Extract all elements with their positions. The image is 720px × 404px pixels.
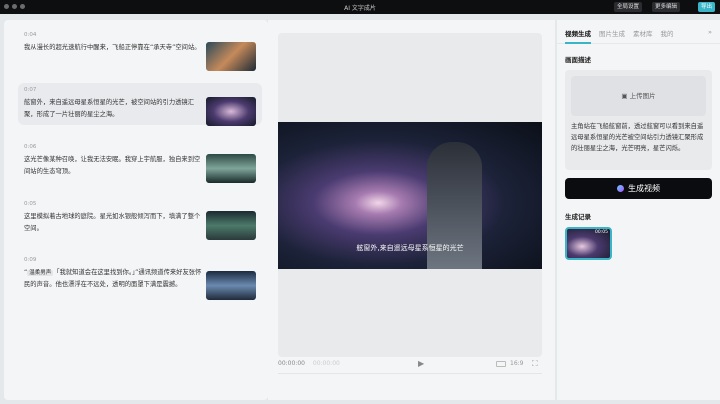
segment-item[interactable]: 0:04 我从漫长的超光速航行中醒来，飞船正停靠在“承天寺”空间站。 — [18, 28, 262, 71]
segment-item[interactable]: 0:06 这光芒像某种召唤，让我无法安眠。我穿上宇航服，独自来到空间站的生态穹顶… — [18, 140, 262, 183]
segment-thumbnail[interactable] — [206, 97, 256, 126]
segment-text[interactable]: 这光芒像某种召唤，让我无法安眠。我穿上宇航服，独自来到空间站的生态穹顶。 — [24, 154, 204, 178]
player-controls: 00:00:00 00:00:00 ▶ 16:9 ⛶ — [278, 359, 542, 369]
image-upload-icon: ▣ — [621, 92, 630, 100]
segment-item[interactable]: 0:07 舷窗外，来自遥远母星系恒星的光芒，被空间站的引力透镜汇聚，形成了一片壮… — [18, 83, 262, 126]
segment-time: 0:09 — [24, 257, 37, 263]
video-frame: 舷窗外,来自遥远母星系恒星的光芒 — [278, 122, 542, 269]
quote-text: 「我就知道会在这里找到你。」 — [53, 269, 136, 276]
generation-panel: 视频生成 图片生成 素材库 我的 » 画面描述 ▣ 上传图片 主角站在飞船舷窗前… — [557, 20, 720, 400]
global-settings-button[interactable]: 全局设置 — [614, 2, 643, 12]
desc-label: 画面描述 — [565, 56, 591, 64]
progress-bar[interactable] — [278, 373, 542, 374]
segment-text[interactable]: 这里模拟着古地球的庭院。星光如水银般倾泻而下，填满了整个空间。 — [24, 211, 204, 235]
segment-item[interactable]: 0:09 “温柔男声 「我就知道会在这里找到你。」”通讯频道传来好友张怀民的声音。… — [18, 253, 262, 300]
preview-panel: 舷窗外,来自遥远母星系恒星的光芒 — [268, 20, 555, 400]
tab-bar: 视频生成 图片生成 素材库 我的 » — [557, 20, 720, 44]
tab-mine[interactable]: 我的 — [661, 28, 674, 43]
segment-time: 0:06 — [24, 144, 37, 150]
collapse-icon[interactable]: » — [708, 28, 712, 43]
segment-time: 0:07 — [24, 87, 37, 93]
tab-library[interactable]: 素材库 — [633, 28, 653, 43]
segment-thumbnail[interactable] — [206, 271, 256, 300]
subtitle: 舷窗外,来自遥远母星系恒星的光芒 — [356, 244, 464, 252]
segment-text[interactable]: “温柔男声 「我就知道会在这里找到你。」”通讯频道传来好友张怀民的声音。他也漂浮在… — [24, 267, 204, 291]
segment-thumbnail[interactable] — [206, 42, 256, 71]
segment-thumbnail[interactable] — [206, 211, 256, 240]
description-box[interactable]: ▣ 上传图片 主角站在飞船舷窗前，透过舷窗可以看到来自遥远母星系恒星的光芒被空间… — [565, 70, 712, 170]
tab-image[interactable]: 图片生成 — [599, 28, 625, 43]
current-time: 00:00:00 — [278, 360, 305, 367]
play-icon[interactable]: ▶ — [418, 359, 424, 368]
segment-thumbnail[interactable] — [206, 154, 256, 183]
export-button[interactable]: 导出 — [698, 2, 716, 12]
upload-image-button[interactable]: ▣ 上传图片 — [571, 76, 706, 116]
generate-label: 生成视频 — [628, 184, 660, 193]
ai-orb-icon — [617, 185, 624, 192]
description-text[interactable]: 主角站在飞船舷窗前，透过舷窗可以看到来自遥远母星系恒星的光芒被空间站引力透镜汇聚… — [571, 121, 706, 154]
record-duration: 00:05 — [595, 230, 608, 235]
fullscreen-icon[interactable]: ⛶ — [532, 359, 538, 369]
aspect-ratio[interactable]: 16:9 — [510, 360, 523, 367]
upload-label: 上传图片 — [629, 92, 656, 100]
segment-text[interactable]: 舷窗外，来自遥远母星系恒星的光芒，被空间站的引力透镜汇聚，形成了一片壮丽的星尘之… — [24, 97, 204, 121]
record-thumbnail[interactable]: 00:05 — [565, 227, 612, 260]
voice-tag[interactable]: 温柔男声 — [27, 270, 54, 276]
aspect-ratio-icon[interactable] — [496, 361, 506, 367]
script-panel: 0:04 我从漫长的超光速航行中醒来，飞船正停靠在“承天寺”空间站。 0:07 … — [4, 20, 268, 400]
tab-video[interactable]: 视频生成 — [565, 28, 591, 44]
total-time: 00:00:00 — [312, 360, 340, 367]
segment-time: 0:05 — [24, 201, 37, 207]
segment-item[interactable]: 0:05 这里模拟着古地球的庭院。星光如水银般倾泻而下，填满了整个空间。 — [18, 197, 262, 240]
segment-time: 0:04 — [24, 32, 37, 38]
more-edit-button[interactable]: 更多编辑 — [652, 2, 681, 12]
title-bar: AI 文字成片 全局设置 更多编辑 导出 — [0, 0, 720, 14]
window-title: AI 文字成片 — [344, 5, 376, 12]
segment-text[interactable]: 我从漫长的超光速航行中醒来，飞船正停靠在“承天寺”空间站。 — [24, 42, 204, 54]
records-label: 生成记录 — [565, 213, 591, 221]
generate-video-button[interactable]: 生成视频 — [565, 178, 712, 199]
video-player[interactable]: 舷窗外,来自遥远母星系恒星的光芒 — [278, 33, 542, 357]
